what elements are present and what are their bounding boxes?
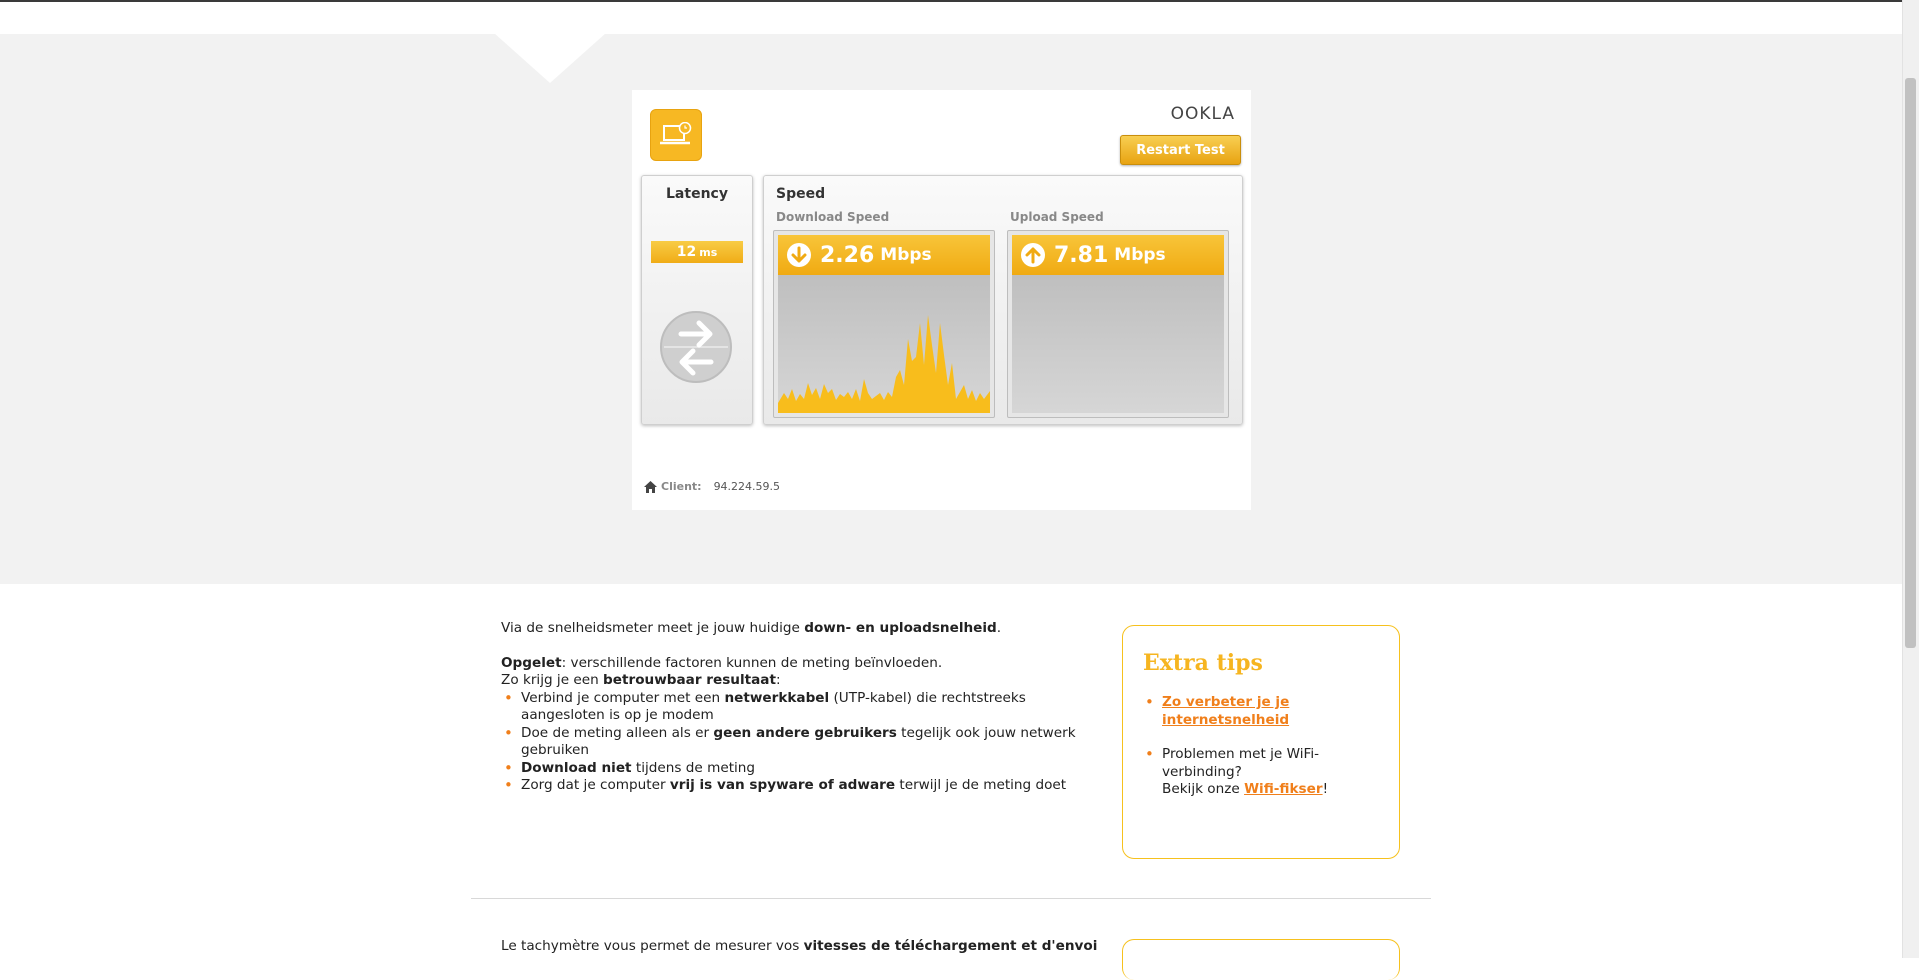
upload-value: 7.81 <box>1054 242 1109 268</box>
client-label: Client: <box>661 480 702 493</box>
french-intro-line: Le tachymètre vous permet de mesurer vos… <box>501 938 1098 954</box>
restart-test-button[interactable]: Restart Test <box>1120 135 1241 165</box>
improve-speed-link[interactable]: Zo verbeter je je internetsnelheid <box>1162 694 1289 728</box>
download-unit: Mbps <box>880 245 932 265</box>
section-divider <box>471 898 1431 899</box>
speed-panel: Speed Download Speed 2.26 Mbps Upload Sp… <box>763 175 1243 425</box>
download-arrow-icon <box>787 243 811 267</box>
ping-arrows-icon <box>659 310 733 384</box>
wifi-fikser-link[interactable]: Wifi-fikser <box>1244 781 1323 797</box>
latency-value-badge: 12 ms <box>651 241 743 263</box>
upload-arrow-icon <box>1021 243 1045 267</box>
extra-tips-box-fr <box>1122 939 1400 980</box>
client-info: Client: 94.224.59.5 <box>644 480 780 493</box>
warning-line: Opgelet: verschillende factoren kunnen d… <box>501 654 943 671</box>
speed-title: Speed <box>776 186 826 202</box>
result-line: Zo krijg je een betrouwbaar resultaat: <box>501 672 781 688</box>
download-result: 2.26 Mbps <box>778 235 990 275</box>
list-item: Zorg dat je computer vrij is van spyware… <box>501 777 1101 795</box>
latency-value: 12 <box>676 244 697 260</box>
menu-pointer-notch <box>494 33 606 83</box>
client-ip: 94.224.59.5 <box>713 480 781 493</box>
download-graph: 2.26 Mbps <box>773 230 995 418</box>
upload-unit: Mbps <box>1114 245 1166 265</box>
scrollbar-thumb[interactable] <box>1905 78 1916 648</box>
download-speed-label: Download Speed <box>776 210 890 224</box>
intro-text: Via de snelheidsmeter meet je jouw huidi… <box>501 620 1101 795</box>
list-item: Verbind je computer met een netwerkkabel… <box>501 690 1101 725</box>
extra-tips-list: Zo verbeter je je internetsnelheid Probl… <box>1143 694 1383 799</box>
extra-tips-box: Extra tips Zo verbeter je je internetsne… <box>1122 625 1400 859</box>
extra-tips-title: Extra tips <box>1143 650 1263 676</box>
laptop-clock-icon <box>650 109 702 161</box>
intro-line: Via de snelheidsmeter meet je jouw huidi… <box>501 620 1002 636</box>
list-item: Zo verbeter je je internetsnelheid <box>1143 694 1383 729</box>
ookla-logo: OOKLA <box>1170 104 1235 124</box>
upload-graph: 7.81 Mbps <box>1007 230 1229 418</box>
latency-title: Latency <box>666 186 728 202</box>
wifi-problem-text: Problemen met je WiFi-verbinding? <box>1162 746 1320 780</box>
tips-list: Verbind je computer met een netwerkkabel… <box>501 690 1101 795</box>
download-value: 2.26 <box>820 242 875 268</box>
list-item: Download niet tijdens de meting <box>501 760 1101 778</box>
latency-unit: ms <box>699 245 718 259</box>
list-item: Doe de meting alleen als er geen andere … <box>501 725 1101 760</box>
speedtest-widget: OOKLA Restart Test Latency 12 ms Speed Do… <box>632 90 1251 510</box>
download-speed-chart <box>778 315 990 413</box>
home-icon <box>644 480 657 493</box>
header-area <box>0 2 1902 34</box>
list-item: Problemen met je WiFi-verbinding? Bekijk… <box>1143 746 1383 799</box>
upload-result: 7.81 Mbps <box>1012 235 1224 275</box>
latency-panel: Latency 12 ms <box>641 175 753 425</box>
upload-speed-label: Upload Speed <box>1010 210 1104 224</box>
